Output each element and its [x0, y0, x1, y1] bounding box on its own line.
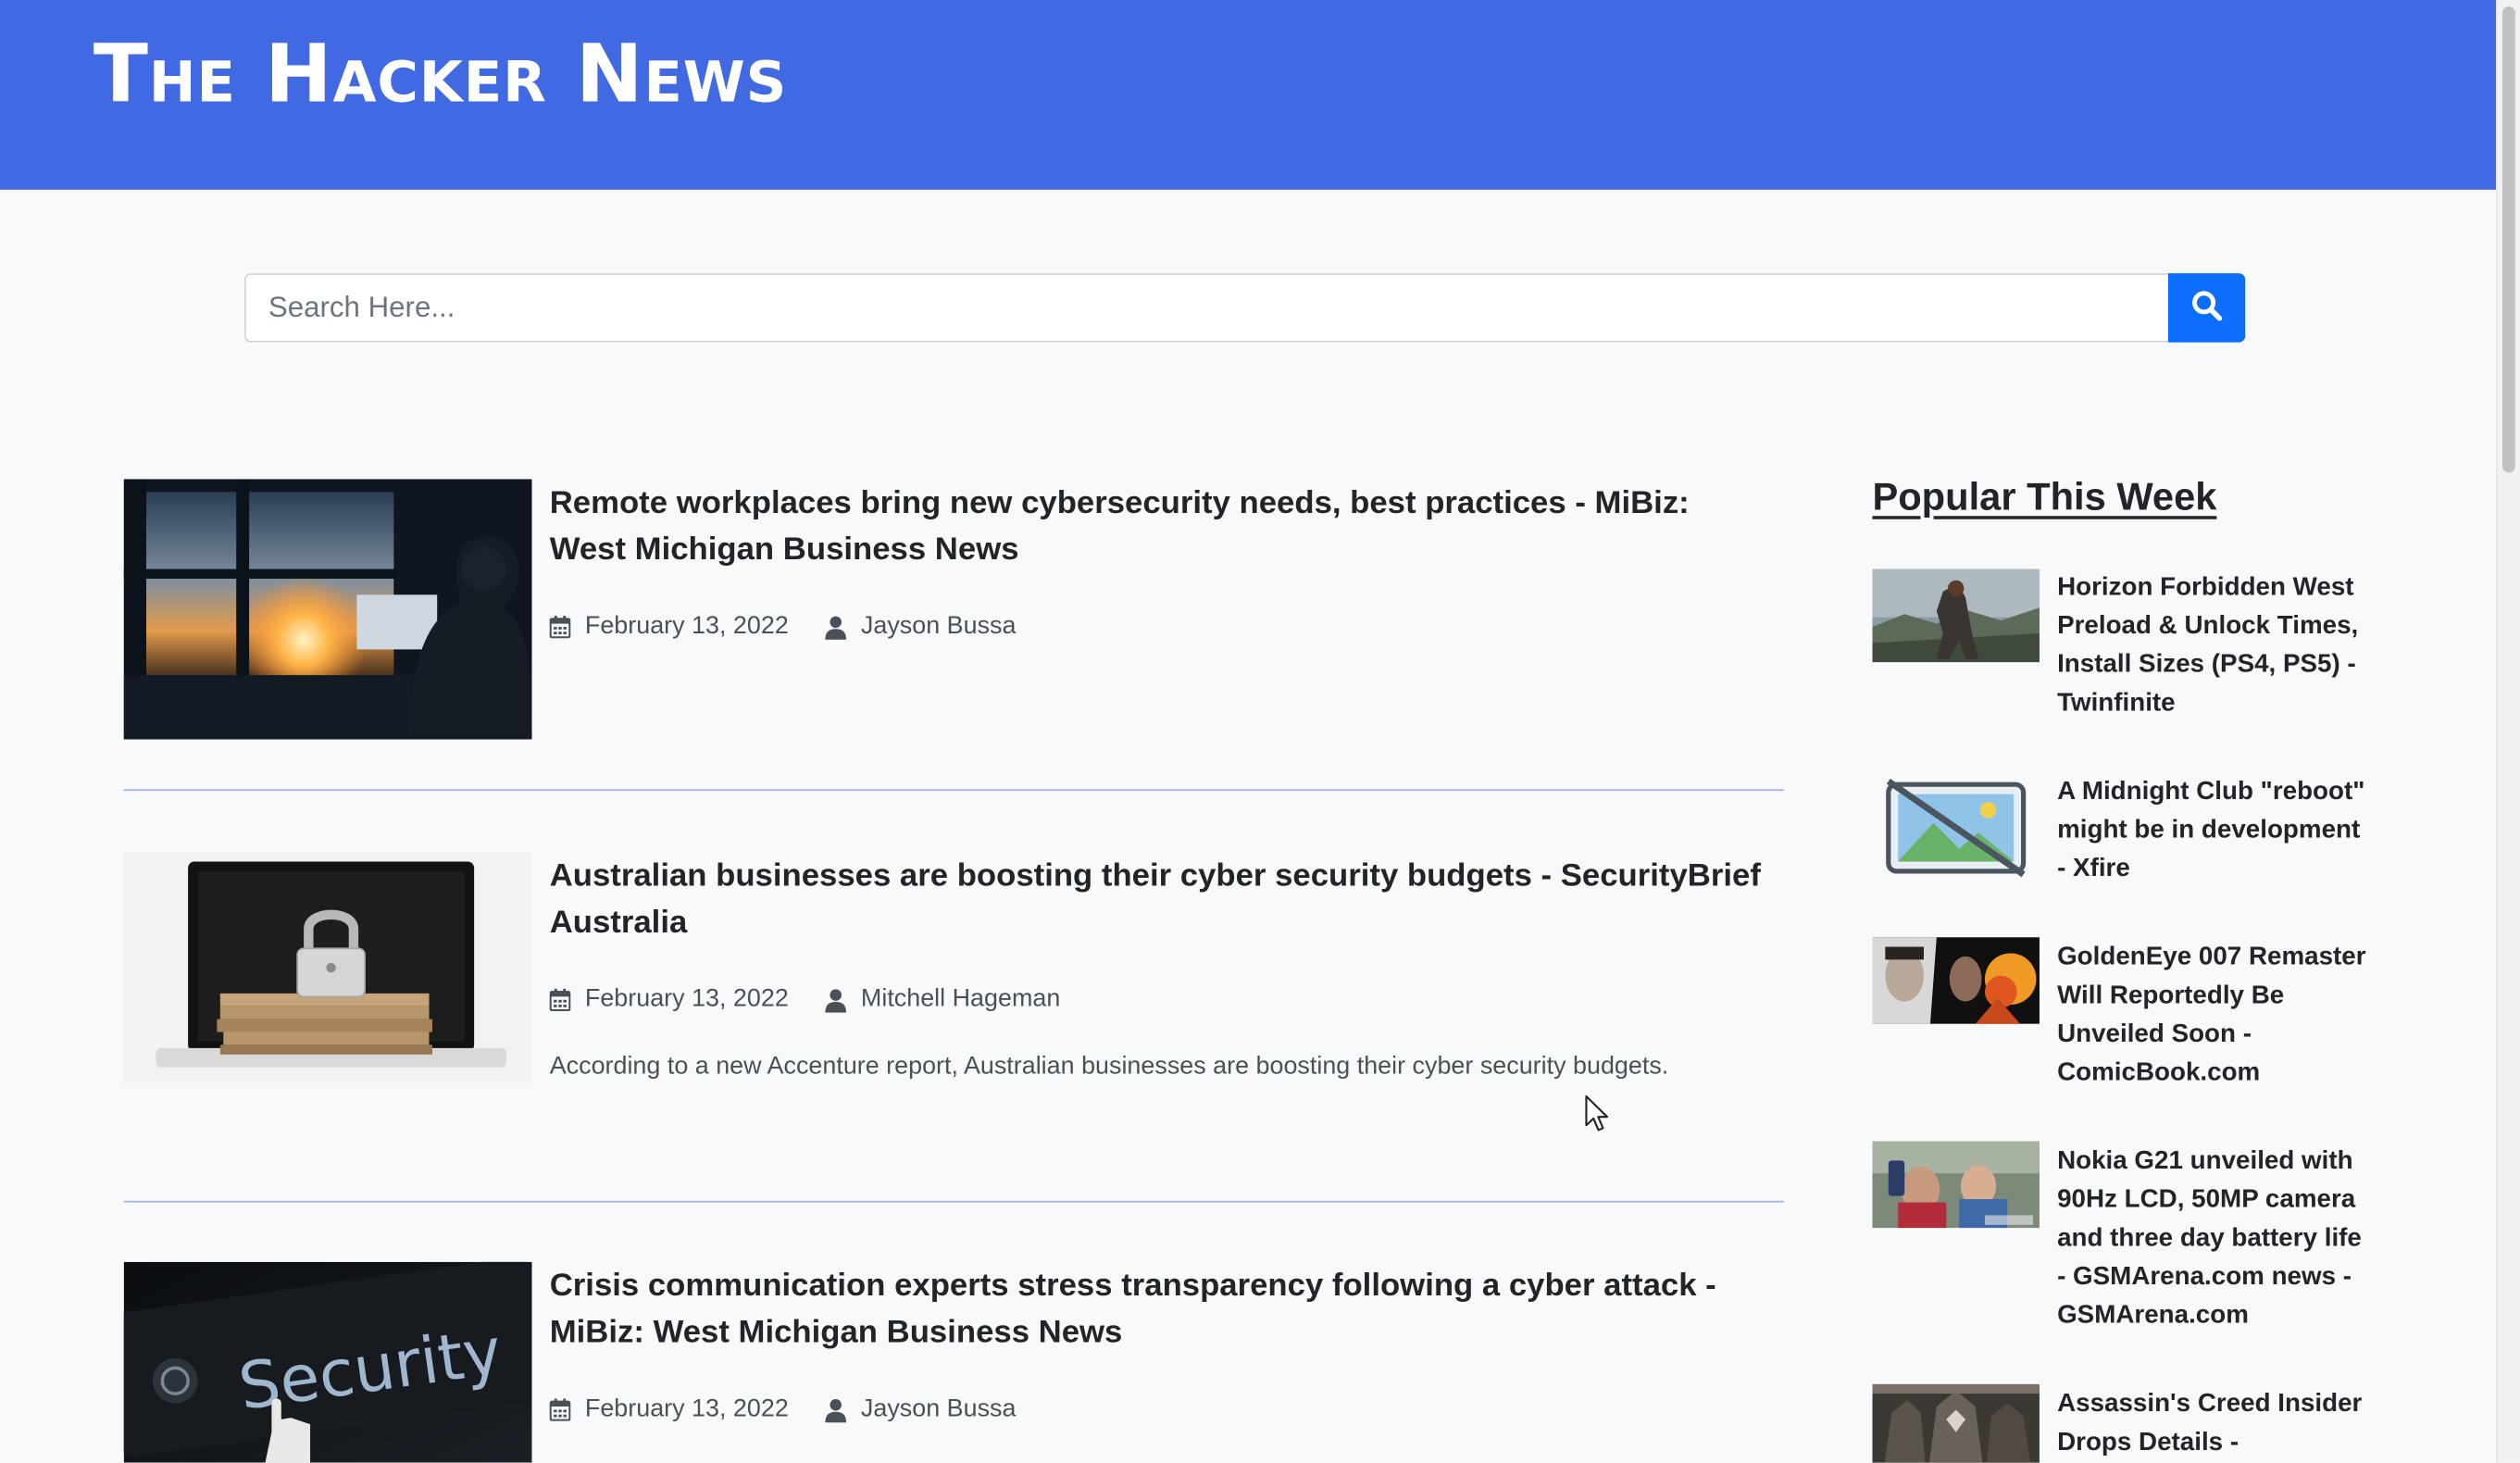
article-title[interactable]: Remote workplaces bring new cybersecurit…	[550, 481, 1771, 574]
article-title[interactable]: Australian businesses are boosting their…	[550, 854, 1771, 947]
article-date: February 13, 2022	[584, 612, 789, 640]
article-card: Security Crisis communication experts st…	[123, 1261, 1784, 1463]
search-form	[243, 273, 2246, 343]
user-icon	[824, 988, 846, 1012]
article-card: Australian businesses are boosting their…	[123, 852, 1784, 1082]
popular-item: GoldenEye 007 Remaster Will Reportedly B…	[1872, 937, 2370, 1098]
article-meta: February 13, 2022 Mitchell Hageman	[549, 983, 1060, 1016]
padlock-on-cash-laptop-photo	[123, 852, 532, 1082]
article-author[interactable]: Mitchell Hageman	[824, 985, 1060, 1014]
article-thumbnail[interactable]	[123, 479, 532, 740]
popular-title[interactable]: Assassin's Creed Insider Drops Details -	[2057, 1385, 2371, 1462]
article-meta: February 13, 2022 Jayson Bussa	[549, 1394, 1016, 1426]
site-header: The Hacker News	[0, 0, 2497, 190]
security-keyboard-photo: Security	[123, 1261, 532, 1463]
popular-item: A Midnight Club "reboot" might be in dev…	[1872, 771, 2370, 894]
article-excerpt: According to a new Accenture report, Aus…	[549, 1053, 1669, 1081]
page: The Hacker News Search Here... Remote wo…	[0, 0, 2497, 1463]
horizon-game-photo	[1872, 569, 2040, 663]
article-card: Remote workplaces bring new cybersecurit…	[123, 479, 1784, 740]
article-divider	[123, 789, 1784, 792]
goldeneye-poster-photo	[1872, 937, 2040, 1024]
nokia-selfie-photo	[1872, 1141, 2040, 1229]
author-name[interactable]: Mitchell Hageman	[861, 985, 1060, 1014]
person-at-window-sunset-photo	[123, 479, 532, 740]
popular-thumbnail[interactable]	[1872, 937, 2040, 1024]
article-date: February 13, 2022	[584, 1394, 789, 1423]
author-name[interactable]: Jayson Bussa	[861, 612, 1017, 641]
popular-item: Horizon Forbidden West Preload & Unlock …	[1872, 569, 2370, 731]
search-icon	[2190, 289, 2223, 326]
article-title[interactable]: Crisis communication experts stress tran…	[550, 1263, 1771, 1357]
popular-thumbnail[interactable]	[1872, 1383, 2040, 1463]
user-icon	[824, 1397, 846, 1422]
article-thumbnail[interactable]: Security	[123, 1261, 532, 1463]
calendar-icon	[549, 615, 571, 639]
sidebar-heading: Popular This Week	[1872, 475, 2217, 519]
article-date: February 13, 2022	[584, 985, 789, 1013]
search-button[interactable]	[2167, 273, 2246, 343]
article-author[interactable]: Jayson Bussa	[824, 612, 1016, 641]
popular-title[interactable]: GoldenEye 007 Remaster Will Reportedly B…	[2057, 939, 2371, 1094]
calendar-icon	[549, 1398, 571, 1421]
user-icon	[824, 615, 846, 640]
popular-title[interactable]: A Midnight Club "reboot" might be in dev…	[2057, 773, 2371, 889]
article-meta: February 13, 2022 Jayson Bussa	[549, 611, 1016, 644]
browser-viewport: The Hacker News Search Here... Remote wo…	[0, 0, 2520, 1463]
popular-item: Assassin's Creed Insider Drops Details -	[1872, 1383, 2371, 1463]
popular-thumbnail[interactable]	[1872, 569, 2040, 663]
scrollbar-thumb[interactable]	[2501, 6, 2515, 473]
article-author[interactable]: Jayson Bussa	[824, 1395, 1016, 1424]
author-name[interactable]: Jayson Bussa	[861, 1395, 1017, 1424]
article-divider	[123, 1200, 1784, 1203]
article-thumbnail[interactable]	[123, 852, 532, 1082]
page-scrollbar[interactable]	[2496, 0, 2520, 1463]
popular-title[interactable]: Horizon Forbidden West Preload & Unlock …	[2057, 569, 2371, 724]
assassins-creed-photo	[1872, 1383, 2040, 1463]
popular-title[interactable]: Nokia G21 unveiled with 90Hz LCD, 50MP c…	[2057, 1143, 2371, 1335]
site-logo[interactable]: The Hacker News	[94, 29, 788, 119]
search-input[interactable]	[243, 273, 2168, 343]
popular-thumbnail[interactable]	[1872, 1141, 2040, 1229]
no-image-placeholder-icon[interactable]	[1872, 771, 2040, 884]
calendar-icon	[549, 988, 571, 1011]
popular-item: Nokia G21 unveiled with 90Hz LCD, 50MP c…	[1872, 1141, 2371, 1341]
